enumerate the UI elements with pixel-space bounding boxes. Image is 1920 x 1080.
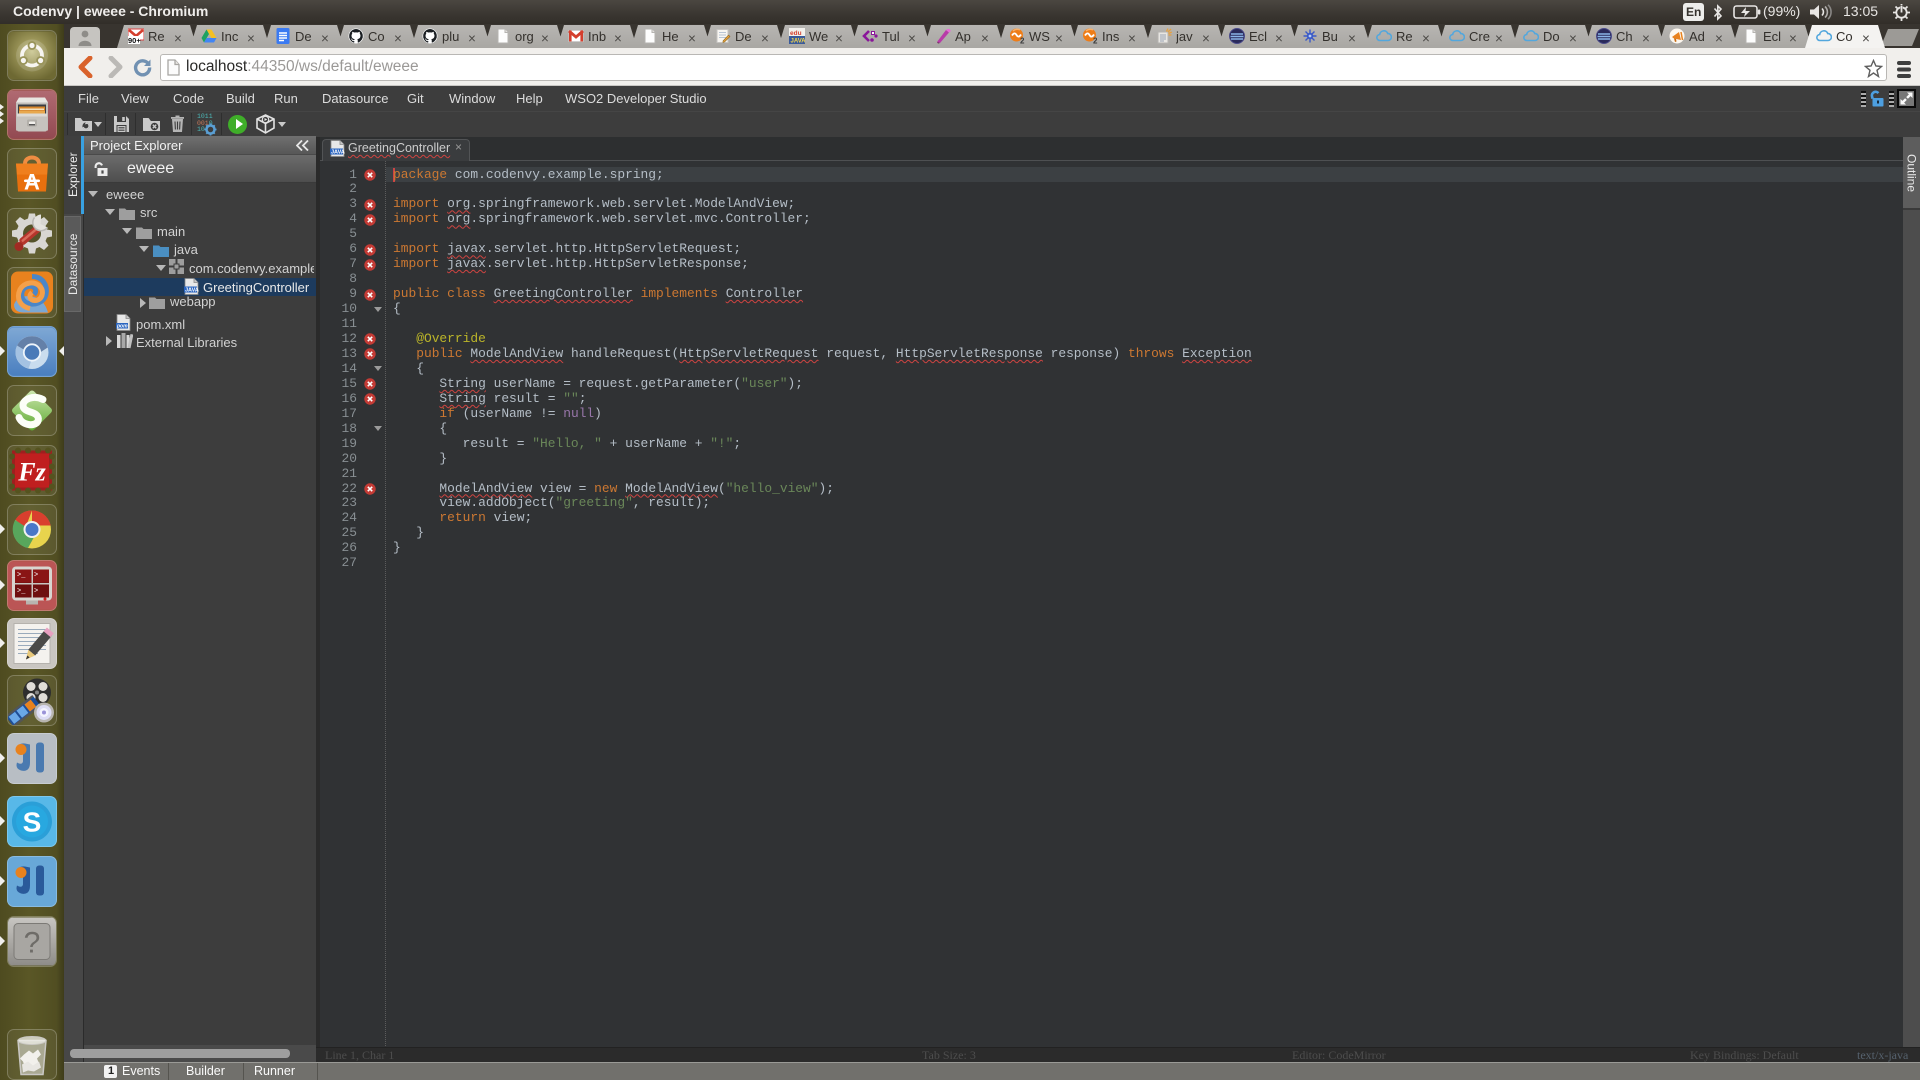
svg-text:JAVA: JAVA: [331, 149, 345, 155]
svg-text:?: ?: [24, 927, 41, 960]
svg-text:>: >: [34, 572, 38, 580]
svg-text:edu: edu: [790, 30, 802, 37]
svg-text:>_: >_: [17, 588, 26, 596]
svg-text:Fz: Fz: [17, 458, 46, 487]
svg-text:pom: pom: [116, 323, 128, 329]
svg-text:2: 2: [1093, 37, 1098, 45]
svg-text:S: S: [23, 807, 42, 838]
svg-text:JAVA: JAVA: [185, 287, 199, 293]
svg-text:JAVA: JAVA: [791, 39, 806, 45]
svg-text:2: 2: [1020, 37, 1025, 45]
svg-text:90+: 90+: [128, 36, 141, 44]
svg-text:>_: >_: [17, 572, 26, 580]
svg-text:>: >: [34, 588, 38, 596]
